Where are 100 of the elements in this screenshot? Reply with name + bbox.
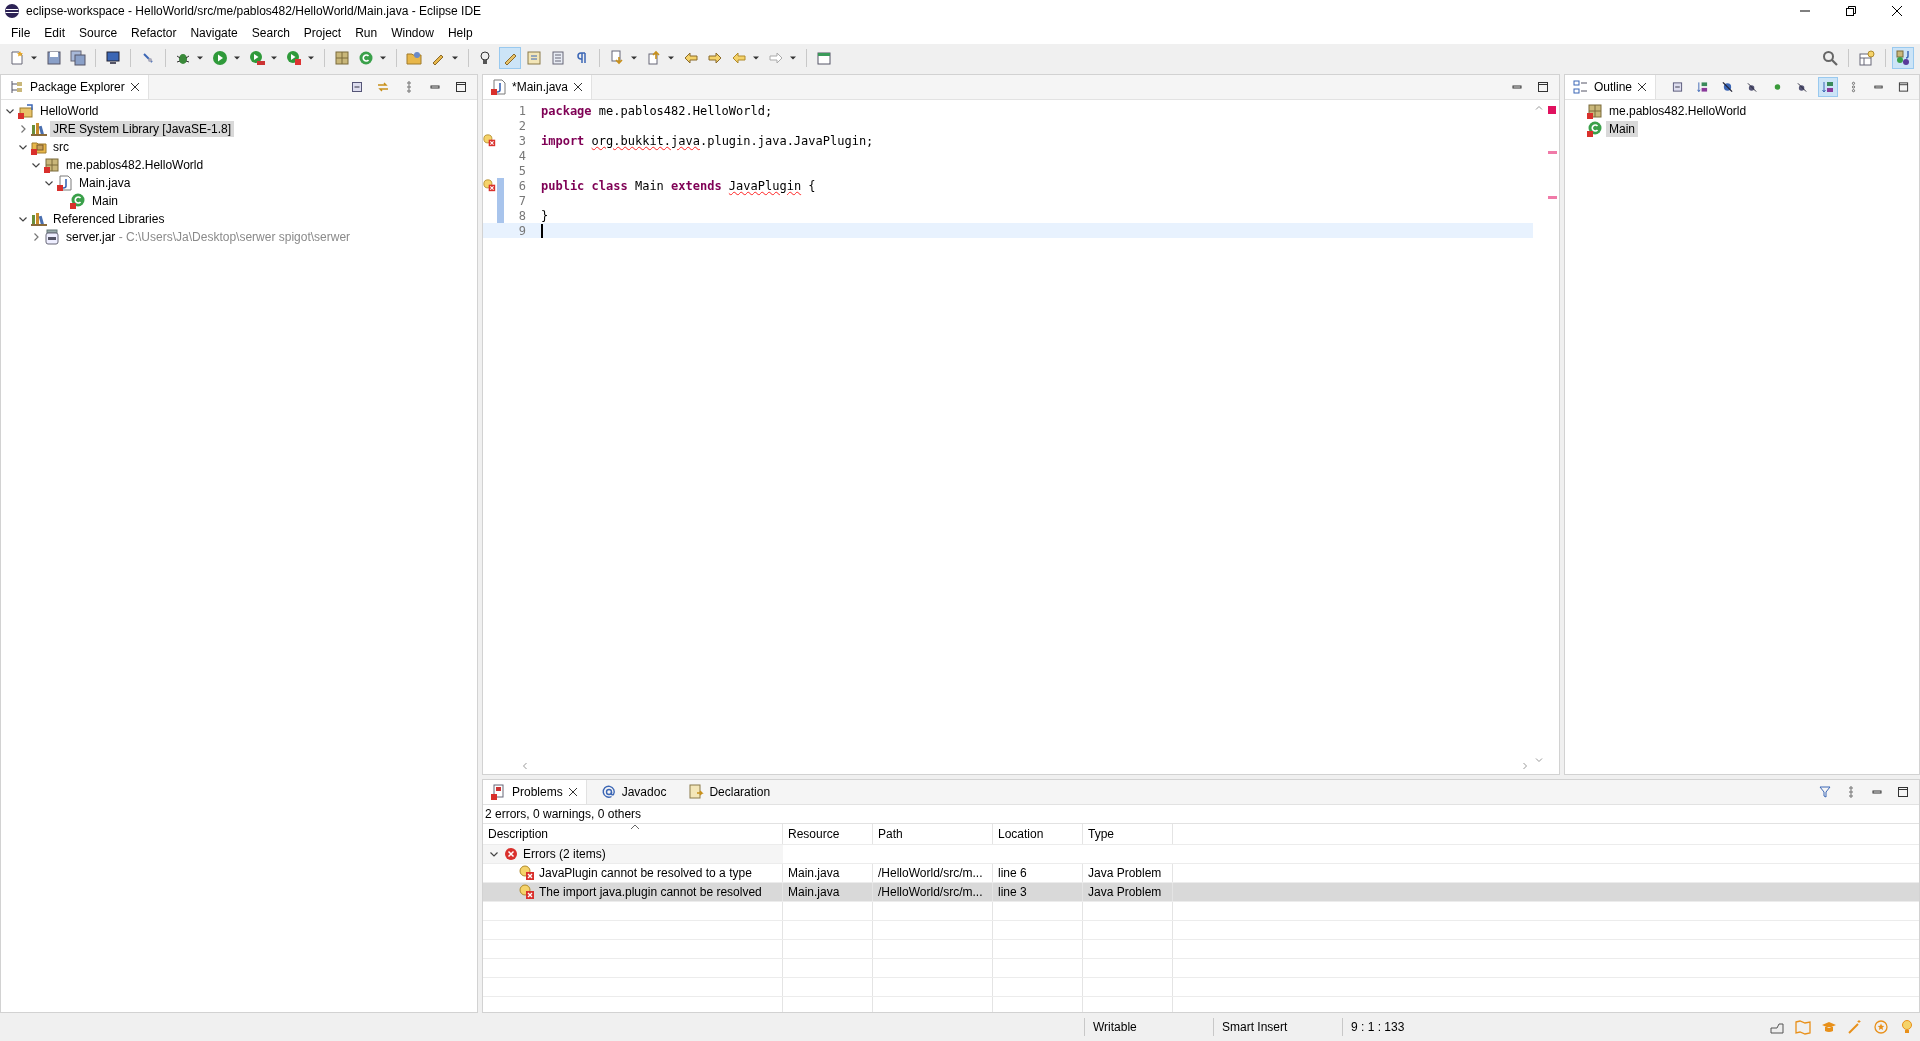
view-tab[interactable]: Declaration [680,780,779,804]
close-icon[interactable] [573,82,584,92]
highlight-icon[interactable] [499,47,521,69]
search-icon[interactable] [1822,50,1838,66]
open-perspective-icon[interactable] [1859,50,1875,66]
tree-item[interactable]: Main.java [76,175,134,191]
table-cell: /HelloWorld/src/m... [878,866,983,880]
tree-item[interactable]: HelloWorld [37,103,102,119]
tree-item[interactable]: me.pablos482.HelloWorld [63,157,207,173]
code-line: public class Main extends JavaPlugin { [541,178,816,193]
collapse-all-icon[interactable] [1672,81,1684,93]
dropdown-caret-icon[interactable] [270,54,278,62]
menu-item[interactable]: File [4,26,38,40]
line-number: 4 [517,148,527,163]
dropdown-caret-icon[interactable] [789,54,797,62]
column-header[interactable]: Description [483,824,783,844]
collapse-all-icon[interactable] [351,81,363,93]
maximize-icon[interactable] [1898,81,1910,93]
table-cell: line 6 [998,866,1027,880]
maximize-icon[interactable] [1897,786,1909,798]
hide-static-icon[interactable] [1747,81,1759,93]
at-sign-icon [600,784,617,800]
line-number: 2 [517,118,527,133]
maximize-icon[interactable] [1537,81,1549,93]
source-folder-icon [31,139,47,155]
package-icon [1587,103,1603,119]
dropdown-caret-icon[interactable] [451,54,459,62]
close-icon[interactable] [567,787,578,797]
table-cell: JavaPlugin cannot be resolved to a type [539,866,752,880]
menu-item[interactable]: Navigate [183,26,245,40]
status-text: 9 : 1 : 133 [1342,1018,1471,1036]
menu-item[interactable]: Window [384,26,441,40]
view-tab[interactable]: Problems [483,780,587,804]
collapse-chevron-icon[interactable] [18,142,28,152]
collapse-chevron-icon[interactable] [44,178,54,188]
java-perspective-icon[interactable] [1892,47,1914,69]
error-mark[interactable] [1547,196,1557,199]
eclipse-logo-icon [4,3,20,19]
view-tab[interactable]: Package Explorer [1,75,149,99]
expand-chevron-icon[interactable] [18,124,28,134]
collapse-chevron-icon[interactable] [489,849,499,859]
line-number: 7 [517,193,527,208]
dropdown-caret-icon[interactable] [752,54,760,62]
java-file-icon [491,79,507,95]
dropdown-caret-icon[interactable] [379,54,387,62]
table-cell: Java Problem [1088,866,1162,880]
column-header[interactable]: Location [993,824,1083,844]
column-header[interactable]: Resource [783,824,873,844]
dropdown-caret-icon[interactable] [233,54,241,62]
declaration-icon [688,784,705,800]
tree-item[interactable]: src [50,139,72,155]
dropdown-caret-icon[interactable] [196,54,204,62]
status-text: Writable [1084,1018,1213,1036]
editor-tab[interactable]: *Main.java [483,75,593,99]
error-mark[interactable] [1547,151,1557,154]
books-icon [31,121,47,137]
hide-local-icon[interactable] [1797,81,1809,93]
menu-item[interactable]: Project [296,26,349,40]
tree-item[interactable]: Main [89,193,121,209]
sort-icon[interactable] [1697,81,1709,93]
table-cell: Main.java [788,885,840,899]
package-explorer-icon [9,79,25,95]
menu-item[interactable]: Search [244,26,297,40]
dropdown-caret-icon[interactable] [630,54,638,62]
view-tab[interactable]: Outline [1565,75,1657,99]
menu-item[interactable]: Source [72,26,125,40]
column-header[interactable]: Type [1083,824,1173,844]
menu-item[interactable]: Help [440,26,480,40]
problem-row[interactable]: The import java.plugin cannot be resolved Main.java /HelloWorld/src/m... line 3 Java Problem [483,883,1919,902]
menu-item[interactable]: Edit [37,26,73,40]
menu-item[interactable]: Refactor [124,26,184,40]
tree-item[interactable]: Referenced Libraries [50,211,168,227]
collapse-chevron-icon[interactable] [31,160,41,170]
view-tab[interactable]: Javadoc [592,780,675,804]
collapse-chevron-icon[interactable] [18,214,28,224]
link-arrows-icon[interactable] [377,81,389,93]
outline-item[interactable]: me.pablos482.HelloWorld [1606,103,1750,119]
dropdown-caret-icon[interactable] [667,54,675,62]
table-cell: Java Problem [1088,885,1162,899]
code-line: import org.bukkit.java.plugin.java.JavaPlugin; [541,133,874,148]
tree-item[interactable]: server.jar - C:\Users\Ja\Desktop\serwer spigot\serwer [63,229,354,245]
hide-fields-icon[interactable] [1722,81,1734,93]
expand-chevron-icon[interactable] [31,232,41,242]
sort-caret-icon [630,824,640,830]
star-badge-icon[interactable] [1873,1019,1889,1035]
table-cell: The import java.plugin cannot be resolved [539,885,762,899]
sort-toggle-icon[interactable] [1818,77,1839,97]
tree-item[interactable]: JRE System Library [JavaSE-1.8] [50,121,235,137]
close-icon[interactable] [1637,82,1648,92]
filter-icon[interactable] [1819,786,1831,798]
save-all-icon[interactable] [67,47,89,69]
column-header[interactable]: Path [873,824,993,844]
close-icon[interactable] [129,82,140,92]
dropdown-caret-icon[interactable] [30,54,38,62]
outline-icon [1573,79,1589,95]
maximize-icon[interactable] [455,81,467,93]
menu-item[interactable]: Run [348,26,385,40]
outline-item[interactable]: Main [1606,121,1638,137]
dropdown-caret-icon[interactable] [307,54,315,62]
collapse-chevron-icon[interactable] [5,106,15,116]
